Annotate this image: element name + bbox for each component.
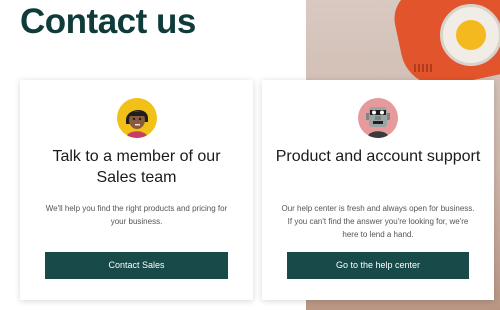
sales-person-avatar-icon <box>116 98 157 138</box>
contact-sales-button[interactable]: Contact Sales <box>45 252 228 279</box>
support-robot-svg <box>366 107 390 138</box>
sales-card-title: Talk to a member of our Sales team <box>52 148 221 186</box>
contact-page: Contact us Talk to a member of our Sales… <box>0 0 500 310</box>
support-card-description: Our help center is fresh and always open… <box>281 204 475 239</box>
support-card-title: Product and account support <box>275 148 481 165</box>
dial-center-shape <box>456 20 486 50</box>
help-center-button[interactable]: Go to the help center <box>287 252 469 279</box>
sales-card: Talk to a member of our Sales team We'll… <box>20 80 253 300</box>
sales-person-svg <box>125 109 148 138</box>
support-card: Product and account support Our help cen… <box>262 80 494 300</box>
sales-card-description: We'll help you find the right products a… <box>45 204 228 226</box>
support-robot-avatar-icon <box>358 98 398 138</box>
phone-grille-shape <box>414 64 432 72</box>
page-title: Contact us <box>20 2 196 41</box>
